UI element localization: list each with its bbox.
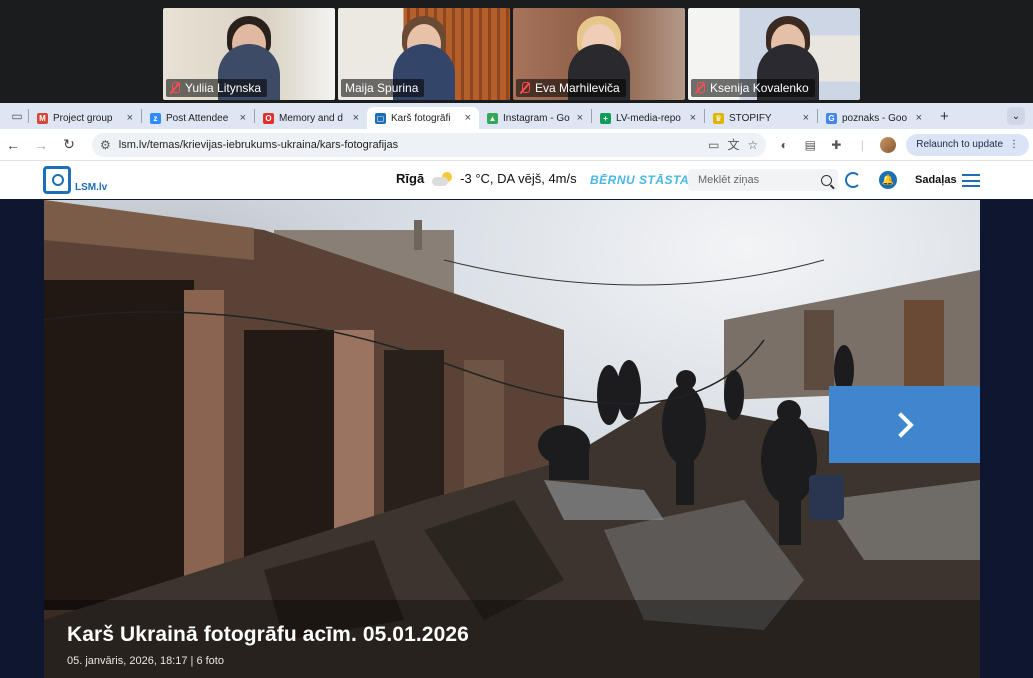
reload-icon[interactable]: ↻ (60, 136, 78, 153)
gallery-meta: 05. janvāris, 2026, 18:17 | 6 foto (67, 655, 224, 667)
close-icon[interactable]: × (690, 112, 696, 124)
tab-label: LV-media-repo (616, 112, 681, 124)
browser-toolbar: ← → ↻ ⚙ lsm.lv/temas/krievijas-iebrukums… (0, 129, 1033, 161)
puzzle-extensions-icon[interactable]: ✚ (828, 138, 844, 152)
browser-tab[interactable]: + LV-media-repo × (592, 107, 704, 129)
tab-label: Karš fotogrāfi (391, 112, 451, 124)
participant-name-tag: Yuliia Litynska (166, 79, 268, 97)
bookmark-star-icon[interactable]: ☆ (748, 138, 759, 152)
weather-widget: Rīgā -3 °C, DA vējš, 4m/s (396, 171, 577, 186)
site-info-icon[interactable]: ⚙ (100, 138, 111, 152)
gmail-icon: M (37, 112, 48, 124)
participant-name-tag: Maija Spurina (341, 79, 425, 97)
participant-name-tag: Eva Marhileviča (516, 79, 626, 97)
tab-strip: ▭ M Project group × z Post Attendee × O Memory … (0, 103, 1033, 129)
reading-mode-icon[interactable]: ▤ (802, 138, 818, 152)
relaunch-button[interactable]: Relaunch to update ⋮ (906, 133, 1029, 156)
participant-tile-active-speaker[interactable]: Maija Spurina (338, 8, 510, 100)
search-icon[interactable] (821, 174, 832, 186)
notification-bell-icon[interactable]: 🔔 (879, 171, 897, 189)
tab-label: poznaks - Goo (842, 112, 908, 124)
close-icon[interactable]: × (127, 112, 133, 124)
url-text: lsm.lv/temas/krievijas-iebrukums-ukraina… (118, 138, 399, 151)
sections-menu-label[interactable]: Sadaļas (915, 174, 957, 186)
chevron-right-icon (887, 411, 914, 438)
address-bar[interactable]: ⚙ lsm.lv/temas/krievijas-iebrukums-ukrai… (92, 132, 767, 157)
close-icon[interactable]: × (916, 112, 922, 124)
search-box (688, 169, 838, 191)
close-icon[interactable]: × (803, 112, 809, 124)
back-icon[interactable]: ← (4, 137, 22, 153)
close-icon[interactable]: × (465, 112, 471, 124)
hamburger-menu-icon[interactable] (962, 174, 980, 187)
search-input[interactable] (698, 174, 821, 186)
participant-tile[interactable]: Yuliia Litynska (163, 8, 335, 100)
mic-muted-icon (695, 82, 705, 94)
gallery-next-button[interactable] (829, 386, 980, 463)
browser-tab[interactable]: ▢ Karš fotogrāfi × (367, 107, 479, 129)
crown-icon: ♛ (713, 112, 724, 124)
participant-name-tag: Ksenija Kovalenko (691, 79, 815, 97)
opera-icon: O (263, 112, 274, 124)
browser-tab[interactable]: M Project group × (29, 107, 141, 129)
participant-tile[interactable]: Eva Marhileviča (513, 8, 685, 100)
more-menu-icon[interactable]: ⋮ (1009, 139, 1019, 150)
mic-muted-icon (170, 82, 180, 94)
bernu-stasta-link[interactable]: BĒRNU STĀSTA (590, 173, 689, 187)
tab-list: M Project group × z Post Attendee × O Memory an… (29, 103, 930, 129)
lsm-logo[interactable]: LSM.lv (43, 166, 107, 194)
close-icon[interactable]: × (353, 112, 359, 124)
zoom-icon: z (150, 112, 161, 124)
forward-icon[interactable]: → (32, 137, 50, 153)
video-call-strip: Yuliia Litynska Maija Spurina Eva Marhil… (163, 8, 861, 100)
drive-icon: ▲ (487, 112, 498, 124)
gallery-title: Karš Ukrainā fotogrāfu acīm. 05.01.2026 (67, 623, 469, 646)
sheets-icon: + (600, 112, 611, 124)
google-icon: G (826, 112, 837, 124)
new-tab-icon[interactable]: + (930, 108, 959, 125)
loading-spinner-icon (845, 172, 861, 188)
gallery-caption: Karš Ukrainā fotogrāfu acīm. 05.01.2026 … (67, 623, 469, 667)
tab-search-icon[interactable]: ▭ (6, 109, 28, 123)
chevron-down-icon[interactable]: ⌄ (1007, 107, 1025, 125)
participant-tile[interactable]: Ksenija Kovalenko (688, 8, 860, 100)
browser-tab[interactable]: O Memory and d × (255, 107, 367, 129)
extension-icon[interactable]: ◐ (776, 138, 792, 152)
close-icon[interactable]: × (240, 112, 246, 124)
cast-icon[interactable]: ▭ (708, 138, 719, 152)
tab-label: Project group (53, 112, 113, 124)
lsm-logo-mark (43, 166, 71, 194)
site-header: LSM.lv Rīgā -3 °C, DA vējš, 4m/s BĒRNU S… (0, 161, 1033, 200)
close-icon[interactable]: × (577, 112, 583, 124)
browser-tab[interactable]: ▲ Instagram - Go × (479, 107, 591, 129)
profile-avatar[interactable] (880, 136, 897, 153)
browser-tab[interactable]: Gpoznaks - Goo × (818, 107, 930, 129)
translate-icon[interactable]: 文 (727, 136, 739, 153)
tab-label: STOPIFY (729, 112, 772, 124)
browser-window: ▭ M Project group × z Post Attendee × O Memory … (0, 103, 1033, 678)
divider-icon: | (860, 137, 864, 152)
lsm-icon: ▢ (375, 112, 386, 124)
tab-label: Memory and d (279, 112, 343, 124)
browser-tab[interactable]: z Post Attendee × (142, 107, 254, 129)
tab-label: Instagram - Go (503, 112, 570, 124)
tab-label: Post Attendee (166, 112, 229, 124)
browser-tab[interactable]: ♛ STOPIFY × (705, 107, 817, 129)
partly-cloudy-icon (432, 171, 453, 186)
mic-muted-icon (520, 82, 530, 94)
